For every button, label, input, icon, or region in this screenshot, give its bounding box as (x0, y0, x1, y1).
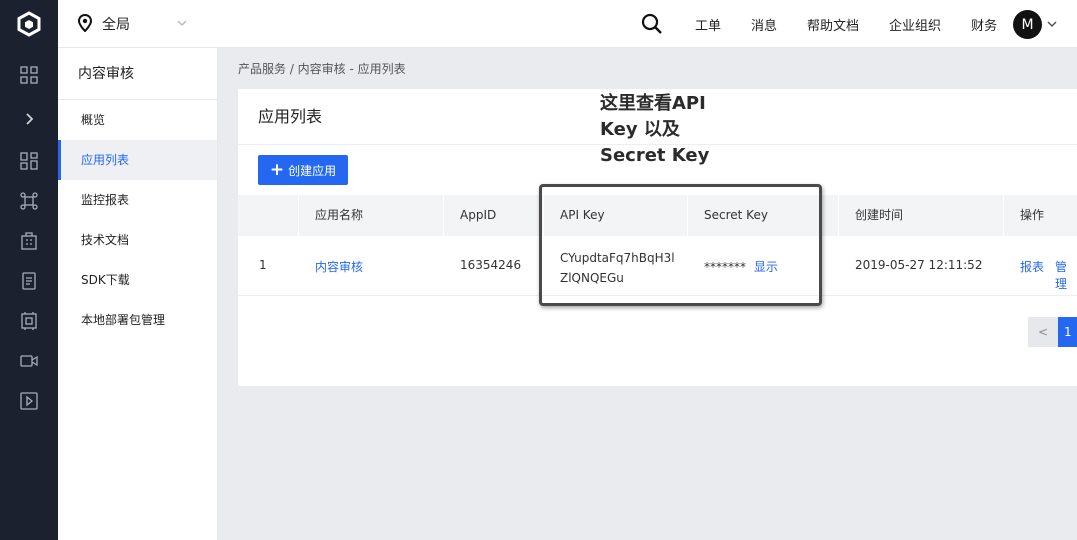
expand-chevron-icon[interactable] (0, 99, 58, 139)
annotation-line-2: Key 以及 (600, 119, 680, 140)
appid-value: 16354246 (460, 258, 522, 272)
video-camera-icon[interactable] (0, 341, 58, 381)
report-link[interactable]: 报表 (1020, 258, 1044, 275)
create-app-button[interactable]: + 创建应用 (258, 155, 348, 185)
annotation-line-3: Secret Key (600, 145, 710, 166)
chip-icon[interactable] (0, 301, 58, 341)
nav-messages[interactable]: 消息 (751, 15, 777, 34)
chevron-down-icon (176, 17, 188, 32)
avatar[interactable]: M (1013, 10, 1042, 39)
network-icon[interactable] (0, 181, 58, 221)
region-selector[interactable]: 全局 (77, 0, 187, 48)
sidebar-title: 内容审核 (58, 48, 217, 100)
play-icon[interactable] (0, 381, 58, 421)
region-label: 全局 (102, 17, 130, 33)
sidebar-item-sdk-download[interactable]: SDK下载 (58, 260, 217, 300)
dashboard-icon[interactable] (0, 141, 58, 181)
pager-prev-button[interactable]: < (1028, 317, 1058, 347)
create-app-label: 创建应用 (288, 163, 337, 178)
search-icon[interactable] (641, 13, 663, 35)
building-icon[interactable] (0, 221, 58, 261)
column-app-name: 应用名称 (315, 208, 364, 222)
nav-organization[interactable]: 企业组织 (889, 15, 941, 34)
product-sidebar: 内容审核 概览 应用列表 监控报表 技术文档 SDK下载 本地部署包管理 (58, 48, 218, 540)
annotation-highlight-box (539, 184, 822, 306)
nav-ticket[interactable]: 工单 (695, 15, 721, 34)
created-time-value: 2019-05-27 12:11:52 (855, 258, 983, 272)
annotation-line-1: 这里查看API (600, 93, 706, 114)
document-icon[interactable] (0, 261, 58, 301)
sidebar-item-local-deploy[interactable]: 本地部署包管理 (58, 300, 217, 340)
sidebar-item-monitor-report[interactable]: 监控报表 (58, 180, 217, 220)
chevron-down-icon[interactable] (1046, 18, 1058, 33)
annotation-callout: 这里查看API Key 以及 Secret Key (600, 91, 740, 169)
plus-icon: + (269, 159, 285, 180)
nav-help-docs[interactable]: 帮助文档 (807, 15, 859, 34)
top-nav: 工单 消息 帮助文档 企业组织 财务 (695, 0, 1027, 48)
column-created-time: 创建时间 (855, 208, 904, 222)
grid-icon[interactable] (0, 55, 58, 95)
manage-link[interactable]: 管理 (1055, 258, 1077, 292)
sidebar-item-app-list[interactable]: 应用列表 (58, 140, 217, 180)
column-actions: 操作 (1020, 208, 1045, 222)
top-bar: 全局 工单 消息 帮助文档 企业组织 财务 M (58, 0, 1077, 48)
row-index: 1 (259, 258, 267, 272)
logo-icon[interactable] (0, 0, 58, 48)
breadcrumb: 产品服务 / 内容审核 - 应用列表 (238, 62, 406, 76)
nav-finance[interactable]: 财务 (971, 15, 997, 34)
pager-page-1[interactable]: 1 (1058, 317, 1077, 347)
left-rail (0, 0, 58, 540)
sidebar-item-overview[interactable]: 概览 (58, 100, 217, 140)
location-pin-icon (77, 13, 93, 35)
sidebar-item-tech-docs[interactable]: 技术文档 (58, 220, 217, 260)
column-appid: AppID (460, 208, 497, 222)
app-name-link[interactable]: 内容审核 (315, 258, 363, 275)
